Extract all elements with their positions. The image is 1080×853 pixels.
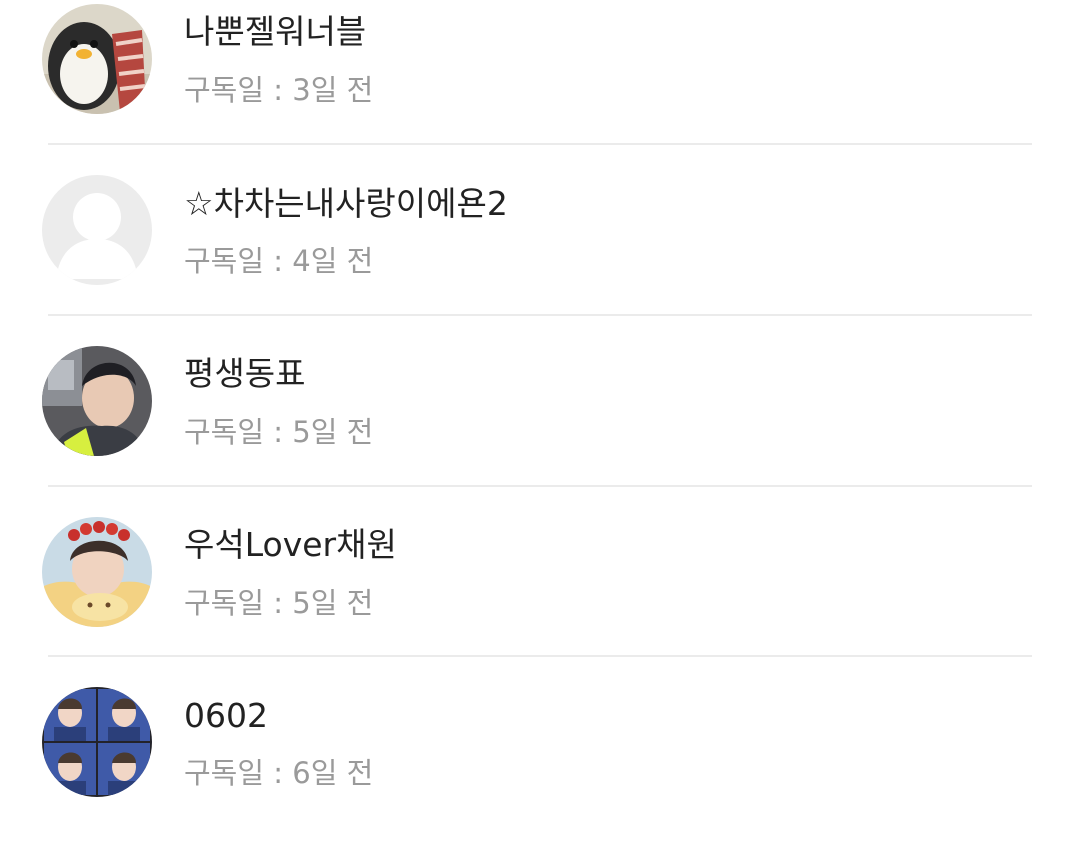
subscriber-item[interactable]: 우석Lover채원 구독일 : 5일 전 xyxy=(0,513,1080,683)
divider xyxy=(48,485,1032,487)
divider xyxy=(48,655,1032,657)
divider xyxy=(48,314,1032,316)
subscriber-name: 나뿐젤워너블 xyxy=(184,12,367,51)
subscription-date: 구독일 : 5일 전 xyxy=(184,415,374,449)
photo-grid-avatar-icon[interactable] xyxy=(42,687,152,797)
person-flower-crown-avatar-icon[interactable] xyxy=(42,517,152,627)
subscriber-item[interactable]: 0602 구독일 : 6일 전 xyxy=(0,683,1080,853)
penguin-bacon-avatar-icon[interactable] xyxy=(42,4,152,114)
person-photo-avatar-icon[interactable] xyxy=(42,346,152,456)
subscription-date: 구독일 : 6일 전 xyxy=(184,756,374,790)
subscription-date: 구독일 : 4일 전 xyxy=(184,244,374,278)
subscriber-list: 나뿐젤워너블 구독일 : 3일 전 ☆차차는내사랑이에욘2 구독일 : 4일 전 xyxy=(0,0,1080,810)
divider xyxy=(48,143,1032,145)
subscriber-name: 0602 xyxy=(184,696,268,735)
subscription-date: 구독일 : 5일 전 xyxy=(184,586,374,620)
subscriber-name: 평생동표 xyxy=(184,354,306,393)
subscriber-name: 우석Lover채원 xyxy=(184,525,397,564)
subscription-date: 구독일 : 3일 전 xyxy=(184,73,374,107)
subscriber-name: ☆차차는내사랑이에욘2 xyxy=(184,184,508,223)
default-person-avatar-icon[interactable] xyxy=(42,175,152,285)
